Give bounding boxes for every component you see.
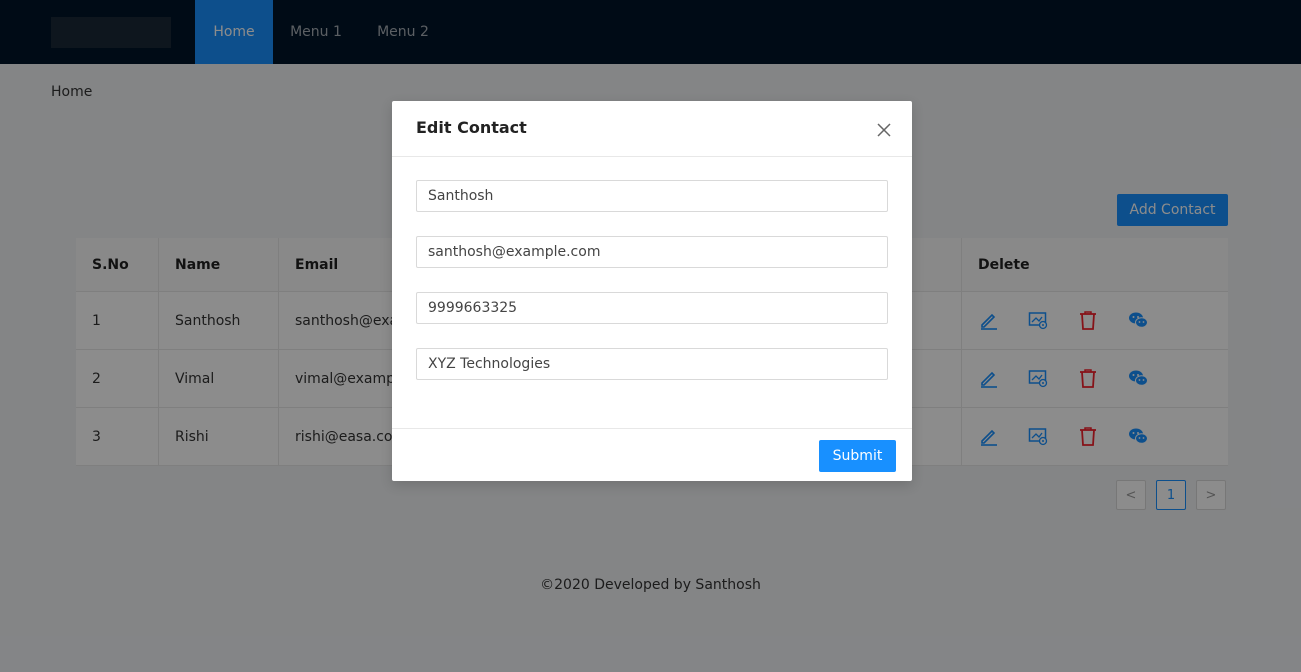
close-icon[interactable]	[874, 120, 894, 140]
name-field[interactable]	[416, 180, 888, 212]
submit-button[interactable]: Submit	[819, 440, 896, 472]
edit-contact-modal: Edit Contact Submit	[392, 101, 912, 481]
modal-title: Edit Contact	[416, 118, 527, 137]
phone-field[interactable]	[416, 292, 888, 324]
modal-header: Edit Contact	[392, 101, 912, 157]
modal-footer: Submit	[392, 428, 912, 482]
email-field[interactable]	[416, 236, 888, 268]
company-field[interactable]	[416, 348, 888, 380]
